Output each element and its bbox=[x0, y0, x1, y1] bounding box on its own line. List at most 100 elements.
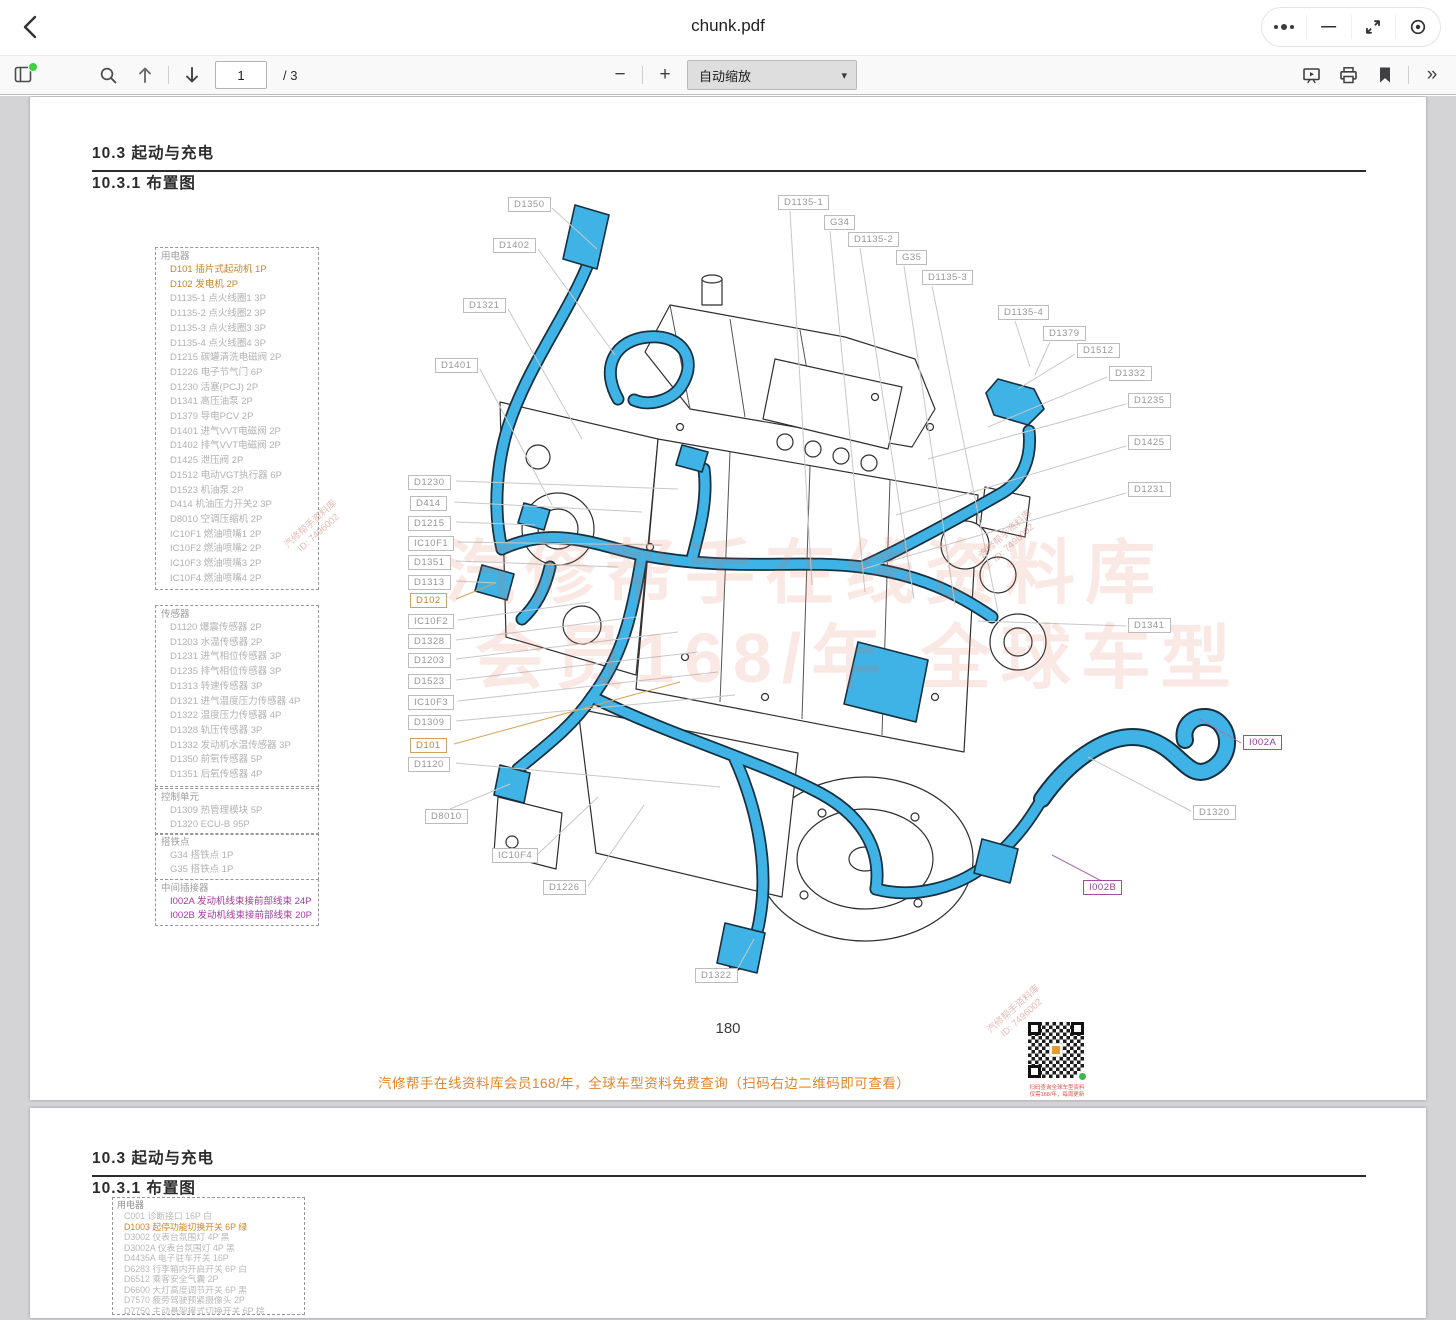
legend-row: I002A 发动机线束接前部线束 24P bbox=[161, 895, 318, 909]
legend-row: D6283 行李箱内开启开关 6P 白 bbox=[117, 1264, 304, 1275]
legend-row: D101 插片式起动机 1P bbox=[161, 263, 318, 278]
legend-row: D1120 爆震传感器 2P bbox=[161, 621, 318, 636]
legend-row: D1135-1 点火线圈1 3P bbox=[161, 292, 318, 307]
legend-row: I002B 发动机线束接前部线束 20P bbox=[161, 909, 318, 923]
legend-row: D1322 温度压力传感器 4P bbox=[161, 709, 318, 724]
legend-row: D1401 进气VVT电磁阀 2P bbox=[161, 425, 318, 440]
minus-icon: − bbox=[614, 66, 625, 84]
bookmark-icon bbox=[1378, 66, 1392, 84]
more-options-button[interactable] bbox=[1262, 15, 1306, 39]
legend-row: D1351 后氧传感器 4P bbox=[161, 768, 318, 783]
legend-title: 搭铁点 bbox=[161, 837, 318, 849]
legend-row: D1379 导电PCV 2P bbox=[161, 410, 318, 425]
legend-row: D1341 高压油泵 2P bbox=[161, 395, 318, 410]
zoom-select-value: 自动缩放 bbox=[699, 66, 751, 85]
legend-row: D6512 乘客安全气囊 2P bbox=[117, 1274, 304, 1285]
fullscreen-button[interactable] bbox=[1351, 15, 1396, 39]
legend-row: D102 发电机 2P bbox=[161, 278, 318, 293]
qr-code bbox=[1028, 1022, 1084, 1078]
pdf-page-1: 10.3 起动与充电 10.3.1 布置图 bbox=[30, 97, 1426, 1100]
arrow-up-icon bbox=[137, 65, 153, 85]
legend-row: D1350 前氧传感器 5P bbox=[161, 753, 318, 768]
plus-icon: + bbox=[659, 66, 670, 84]
legend-row: D1332 发动机水温传感器 3P bbox=[161, 739, 318, 754]
find-button[interactable] bbox=[94, 61, 122, 89]
print-button[interactable] bbox=[1334, 61, 1362, 89]
page-number: 180 bbox=[30, 1020, 1426, 1037]
legend-row: IC10F2 燃油喷嘴2 2P bbox=[161, 542, 318, 557]
zoom-out-button[interactable]: − bbox=[606, 61, 634, 89]
legend-row: D3002 仪表台氛围灯 4P 黑 bbox=[117, 1232, 304, 1243]
next-page-button[interactable] bbox=[178, 61, 206, 89]
legend-row: D1003 起停功能切换开关 6P 绿 bbox=[117, 1222, 304, 1233]
legend-row: IC10F3 燃油喷嘴3 2P bbox=[161, 557, 318, 572]
legend-row: IC10F1 燃油喷嘴1 2P bbox=[161, 528, 318, 543]
arrow-down-icon bbox=[184, 65, 200, 85]
legend-row: G35 搭铁点 1P bbox=[161, 863, 318, 877]
legend-row: D1328 轨压传感器 3P bbox=[161, 724, 318, 739]
pdf-viewport[interactable]: 10.3 起动与充电 10.3.1 布置图 bbox=[0, 96, 1456, 1320]
legend-row: G34 搭铁点 1P bbox=[161, 849, 318, 863]
legend-row: D1321 进气温度压力传感器 4P bbox=[161, 695, 318, 710]
sidebar-toggle-button[interactable] bbox=[10, 61, 38, 89]
legend-row: D4435A 电子驻车开关 16P bbox=[117, 1253, 304, 1264]
legend-row: D1215 碳罐清洗电磁阀 2P bbox=[161, 351, 318, 366]
legend-row: D3002A 仪表台氛围灯 4P 黑 bbox=[117, 1243, 304, 1254]
legend-row: D7570 疲劳驾驶预紧摄像头 2P bbox=[117, 1295, 304, 1306]
page-number-input[interactable] bbox=[215, 61, 267, 89]
legend-row: D1523 机油泵 2P bbox=[161, 484, 318, 499]
legend-row: D1512 电动VGT执行器 6P bbox=[161, 469, 318, 484]
legend-title: 传感器 bbox=[161, 609, 318, 621]
legend-box-grounds: 搭铁点 G34 搭铁点 1PG35 搭铁点 1P bbox=[155, 833, 319, 880]
more-tools-button[interactable]: » bbox=[1418, 61, 1446, 89]
legend-title: 用电器 bbox=[161, 251, 318, 263]
legend-row: D1235 排气相位传感器 3P bbox=[161, 665, 318, 680]
more-dots-icon bbox=[1274, 24, 1294, 30]
legend-title: 控制单元 bbox=[161, 792, 318, 804]
footer-promo-text: 汽修帮手在线资料库会员168/年，全球车型资料免费查询（扫码右边二维码即可查看） bbox=[378, 1072, 910, 1092]
section-subheading: 10.3.1 布置图 bbox=[92, 1176, 196, 1198]
legend-row: D1203 水温传感器 2P bbox=[161, 636, 318, 651]
legend-row: D1309 热管理模块 5P bbox=[161, 804, 318, 818]
legend-row: D1226 电子节气门 6P bbox=[161, 366, 318, 381]
legend-row: D6600 大灯高度调节开关 6P 黑 bbox=[117, 1285, 304, 1296]
section-heading: 10.3 起动与充电 bbox=[92, 1146, 1366, 1177]
zoom-select[interactable]: 自动缩放 ▾ bbox=[687, 60, 857, 90]
minimize-button[interactable]: — bbox=[1306, 15, 1351, 39]
prev-page-button[interactable] bbox=[131, 61, 159, 89]
legend-row: D1135-2 点火线圈2 3P bbox=[161, 307, 318, 322]
legend-row: D1402 排气VVT电磁阀 2P bbox=[161, 439, 318, 454]
window-titlebar: chunk.pdf — bbox=[0, 0, 1456, 55]
legend-row: C001 诊断接口 16P 白 bbox=[117, 1211, 304, 1222]
window-controls: — bbox=[1261, 7, 1441, 47]
legend-title: 用电器 bbox=[117, 1200, 304, 1211]
bookmark-button[interactable] bbox=[1371, 61, 1399, 89]
legend-row: D8010 空调压缩机 2P bbox=[161, 513, 318, 528]
legend-row: D1230 活塞(PCJ) 2P bbox=[161, 381, 318, 396]
zoom-in-button[interactable]: + bbox=[651, 61, 679, 89]
legend-row: D1231 进气相位传感器 3P bbox=[161, 650, 318, 665]
legend-row: D1135-3 点火线圈3 3P bbox=[161, 322, 318, 337]
legend-row: D1135-4 点火线圈4 3P bbox=[161, 337, 318, 352]
window-title: chunk.pdf bbox=[0, 16, 1456, 36]
legend-row: D414 机油压力开关2 3P bbox=[161, 498, 318, 513]
legend-row: D1320 ECU-B 95P bbox=[161, 818, 318, 832]
legend-box-control-units: 控制单元 D1309 热管理模块 5PD1320 ECU-B 95P bbox=[155, 788, 319, 835]
legend-box-sensors: 传感器 D1120 爆震传感器 2PD1203 水温传感器 2PD1231 进气… bbox=[155, 605, 319, 787]
legend-box-consumers: 用电器 D101 插片式起动机 1PD102 发电机 2PD1135-1 点火线… bbox=[155, 247, 319, 590]
qr-caption: 扫码查询全球车型资料 仅需168/年，每周更新 bbox=[1015, 1085, 1099, 1099]
legend-row: D1425 泄压阀 2P bbox=[161, 454, 318, 469]
notification-dot bbox=[28, 62, 38, 72]
target-button[interactable] bbox=[1395, 15, 1440, 39]
legend-row: D1313 转速传感器 3P bbox=[161, 680, 318, 695]
presentation-mode-button[interactable] bbox=[1297, 61, 1325, 89]
pdf-toolbar: / 3 − + 自动缩放 ▾ bbox=[0, 55, 1456, 95]
pdf-page-2: 10.3 起动与充电 10.3.1 布置图 用电器 C001 诊断接口 16P … bbox=[30, 1108, 1426, 1318]
page-count-label: / 3 bbox=[283, 68, 297, 83]
legend-row: D7750 主动悬架模式切换开关 6P 棕 bbox=[117, 1306, 304, 1316]
target-circle-icon bbox=[1409, 18, 1427, 36]
fullscreen-icon bbox=[1364, 18, 1382, 36]
printer-icon bbox=[1339, 66, 1358, 85]
legend-box-inter-connectors: 中间插接器 I002A 发动机线束接前部线束 24PI002B 发动机线束接前部… bbox=[155, 879, 319, 926]
qr-logo bbox=[1049, 1043, 1063, 1057]
